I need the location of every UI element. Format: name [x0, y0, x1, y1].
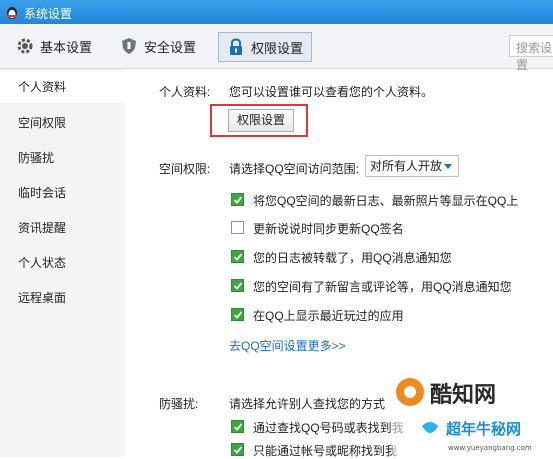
watermark-logo: 酷知网 超年牛秘网 www.yueyangbang.com — [392, 370, 553, 457]
gear-icon — [17, 38, 33, 54]
space-access-prompt: 请选择QQ空间访问范围: — [229, 162, 360, 176]
checkbox-find-by-qq[interactable] — [231, 420, 244, 433]
sidebar-item-news-reminder[interactable]: 资讯提醒 — [0, 212, 125, 244]
harass-prompt: 请选择允许别人查找您的方式 — [229, 397, 386, 411]
space-access-select[interactable]: 对所有人开放 — [365, 155, 459, 177]
checkbox-label: 您的日志被转载了，用QQ消息通知您 — [253, 251, 452, 265]
tab-label: 权限设置 — [251, 40, 304, 56]
checkbox-show-latest[interactable] — [231, 193, 244, 206]
sidebar-item-temp-chat[interactable]: 临时会话 — [0, 177, 125, 209]
profile-description: 您可以设置谁可以查看您的个人资料。 — [229, 85, 434, 99]
tab-label: 安全设置 — [144, 39, 197, 55]
qzone-more-settings-link[interactable]: 去QQ空间设置更多>> — [229, 337, 346, 354]
sidebar-item-space-permission[interactable]: 空间权限 — [0, 107, 125, 139]
tab-label: 基本设置 — [40, 39, 93, 55]
watermark-brand: 酷知网 — [430, 382, 496, 408]
sidebar-item-remote-desktop[interactable]: 远程桌面 — [0, 282, 125, 314]
sidebar-item-profile[interactable]: 个人资料 — [0, 71, 125, 103]
qq-penguin-icon — [7, 7, 17, 19]
check-icon — [233, 253, 243, 261]
checkbox-label: 通过查找QQ号码或表找到我 — [253, 421, 404, 435]
window-title: 系统设置 — [24, 7, 73, 21]
lock-icon — [230, 38, 242, 55]
check-icon — [233, 311, 243, 319]
tab-basic-settings[interactable]: 基本设置 — [16, 33, 92, 59]
select-value: 对所有人开放 — [370, 159, 443, 173]
title-bar: 系统设置 — [0, 0, 553, 24]
checkbox-new-comments[interactable] — [231, 279, 244, 292]
checkbox-blog-reposted[interactable] — [231, 250, 244, 263]
checkbox-label: 更新说说时同步更新QQ签名 — [253, 222, 404, 236]
checkbox-label: 在QQ上显示最近玩过的应用 — [253, 309, 404, 323]
checkbox-label: 您的空间有了新留言或评论等，用QQ消息通知您 — [253, 280, 512, 294]
harass-section-label: 防骚扰: — [159, 397, 199, 411]
checkbox-label: 只能通过帐号或昵称找到我 — [253, 444, 398, 458]
space-section-label: 空间权限: — [159, 162, 211, 176]
checkbox-recent-apps[interactable] — [231, 308, 244, 321]
tab-security-settings[interactable]: 安全设置 — [120, 33, 196, 59]
watermark-sub: 超年牛秘网 — [445, 420, 521, 438]
sidebar: 个人资料 空间权限 防骚扰 临时会话 资讯提醒 个人状态 远程桌面 — [0, 69, 125, 457]
permission-settings-button[interactable]: 权限设置 — [228, 109, 294, 132]
sidebar-item-personal-status[interactable]: 个人状态 — [0, 247, 125, 279]
shield-icon — [122, 38, 136, 54]
chevron-down-icon — [444, 164, 452, 169]
checkbox-label: 将您QQ空间的最新日志、最新照片等显示在QQ上 — [253, 194, 519, 208]
watermark-url: www.yueyangbang.com — [448, 444, 532, 452]
check-icon — [233, 423, 243, 431]
search-input[interactable]: 搜索设置 — [509, 35, 553, 72]
check-icon — [233, 196, 243, 204]
checkbox-sync-signature[interactable] — [231, 221, 244, 234]
check-icon — [233, 282, 243, 290]
toolbar: 基本设置 安全设置 权限设置 搜索设置 — [0, 24, 553, 72]
profile-section-label: 个人资料: — [159, 85, 211, 99]
check-icon — [233, 446, 243, 454]
tab-permission-settings[interactable]: 权限设置 — [218, 32, 313, 62]
sidebar-item-anti-harass[interactable]: 防骚扰 — [0, 142, 125, 174]
checkbox-find-by-account[interactable] — [231, 443, 244, 456]
